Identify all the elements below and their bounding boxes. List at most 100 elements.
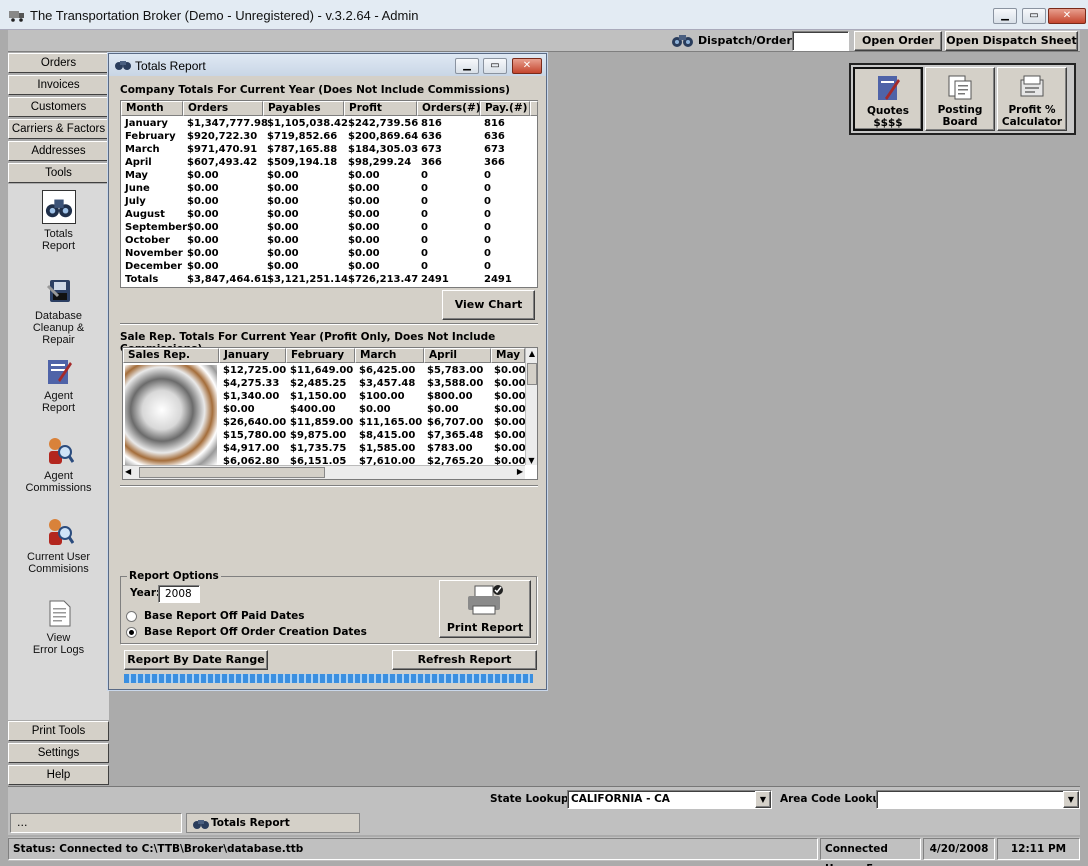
maximize-button[interactable]: ▭ — [1022, 8, 1046, 24]
posting-board-button[interactable]: Posting Board — [925, 67, 995, 131]
col-header[interactable]: May — [491, 348, 525, 363]
quotes-button[interactable]: Quotes $$$$ — [853, 67, 923, 131]
col-header[interactable]: Payables — [263, 101, 344, 116]
open-dispatch-sheet-button[interactable]: Open Dispatch Sheet — [945, 31, 1078, 51]
table-row[interactable]: November $0.00 $0.00 $0.00 0 0 — [121, 248, 530, 261]
table-cell: $12,725.00 — [223, 365, 287, 376]
profit-calculator-button[interactable]: Profit % Calculator — [997, 67, 1067, 131]
rep-table-row[interactable]: $4,917.00 $1,735.75 $1,585.00 $783.00 $0.00 — [123, 443, 526, 456]
chevron-down-icon[interactable]: ▼ — [1063, 791, 1079, 808]
rep-table-row[interactable]: $4,275.33 $2,485.25 $3,457.48 $3,588.00 $0.0… — [123, 378, 526, 391]
table-row[interactable]: August $0.00 $0.00 $0.00 0 0 — [121, 209, 530, 222]
table-cell: $920,722.30 — [187, 131, 258, 142]
rep-table-row[interactable]: $12,725.00 $11,649.00 $6,425.00 $5,783.00 $0… — [123, 365, 526, 378]
nav-orders[interactable]: Orders — [8, 53, 109, 73]
col-header[interactable]: Orders(#) — [417, 101, 481, 116]
table-cell: $0.00 — [348, 183, 380, 194]
sales-rep-table[interactable]: Sales Rep. January February March April … — [122, 347, 538, 480]
window-maximize-button[interactable]: ▭ — [483, 58, 507, 74]
tool-current-user-commissions[interactable]: Current User Commisions — [8, 517, 109, 575]
col-header[interactable]: April — [424, 348, 491, 363]
nav-help[interactable]: Help — [8, 765, 109, 785]
tool-database-cleanup[interactable]: Database Cleanup & Repair — [8, 276, 109, 346]
window-close-button[interactable]: ✕ — [512, 58, 542, 74]
col-header[interactable]: February — [286, 348, 355, 363]
table-cell: November — [125, 248, 183, 259]
report-by-date-range-button[interactable]: Report By Date Range — [124, 650, 268, 670]
col-header[interactable]: Month — [121, 101, 183, 116]
scroll-thumb[interactable] — [527, 363, 537, 385]
scroll-down-icon[interactable]: ▼ — [526, 456, 537, 465]
col-header[interactable]: January — [219, 348, 286, 363]
table-row[interactable]: June $0.00 $0.00 $0.00 0 0 — [121, 183, 530, 196]
tool-agent-report[interactable]: Agent Report — [8, 356, 109, 414]
hscroll-thumb[interactable] — [139, 467, 325, 478]
area-code-lookup-select[interactable] — [876, 790, 1080, 809]
dispatch-order-input[interactable] — [792, 31, 849, 51]
rep-table-row[interactable]: $26,640.00 $11,859.00 $11,165.00 $6,707.00 $… — [123, 417, 526, 430]
taskbar-item-totals-report[interactable]: Totals Report — [186, 813, 360, 833]
nav-carriers-factors[interactable]: Carriers & Factors — [8, 119, 109, 139]
scroll-right-icon[interactable]: ▶ — [517, 467, 523, 476]
table-cell: 0 — [421, 196, 428, 207]
table-cell: 0 — [421, 209, 428, 220]
company-totals-heading: Company Totals For Current Year (Does No… — [120, 84, 510, 96]
table-cell: 2491 — [484, 274, 512, 285]
table-cell: 636 — [421, 131, 442, 142]
chevron-down-icon[interactable]: ▼ — [755, 791, 771, 808]
nav-invoices[interactable]: Invoices — [8, 75, 109, 95]
print-report-button[interactable]: Print Report — [439, 580, 531, 638]
table-cell: 366 — [484, 157, 505, 168]
horizontal-scrollbar[interactable]: ◀ ▶ — [123, 465, 525, 479]
year-input[interactable]: 2008 — [158, 585, 200, 603]
table-row[interactable]: March $971,470.91 $787,165.88 $184,305.03 67… — [121, 144, 530, 157]
table-row[interactable]: February $920,722.30 $719,852.66 $200,869.6… — [121, 131, 530, 144]
company-totals-table[interactable]: Month Orders Payables Profit Orders(#) P… — [120, 100, 538, 288]
col-header[interactable]: Profit — [344, 101, 417, 116]
nav-settings[interactable]: Settings — [8, 743, 109, 763]
table-cell: $0.00 — [187, 183, 219, 194]
view-chart-button[interactable]: View Chart — [442, 290, 535, 320]
rep-table-row[interactable]: $0.00 $400.00 $0.00 $0.00 $0.00 — [123, 404, 526, 417]
table-row[interactable]: October $0.00 $0.00 $0.00 0 0 — [121, 235, 530, 248]
col-header[interactable]: March — [355, 348, 424, 363]
table-cell: $0.00 — [494, 365, 526, 376]
scroll-left-icon[interactable]: ◀ — [125, 467, 131, 476]
window-minimize-button[interactable]: ▁ — [455, 58, 479, 74]
table-row[interactable]: January $1,347,777.98 $1,105,038.42 $242,73… — [121, 118, 530, 131]
table-row[interactable]: December $0.00 $0.00 $0.00 0 0 — [121, 261, 530, 274]
table-cell: 366 — [421, 157, 442, 168]
vertical-scrollbar[interactable]: ▲ ▼ — [525, 348, 537, 465]
tool-view-error-logs[interactable]: View Error Logs — [8, 598, 109, 656]
radio-creation-label: Base Report Off Order Creation Dates — [144, 626, 367, 638]
radio-paid-dates[interactable] — [126, 611, 137, 622]
refresh-report-button[interactable]: Refresh Report — [392, 650, 537, 670]
minimize-button[interactable]: ▁ — [993, 8, 1017, 24]
scroll-up-icon[interactable]: ▲ — [526, 348, 537, 360]
table-row[interactable]: July $0.00 $0.00 $0.00 0 0 — [121, 196, 530, 209]
nav-addresses[interactable]: Addresses — [8, 141, 109, 161]
table-row[interactable]: May $0.00 $0.00 $0.00 0 0 — [121, 170, 530, 183]
table-row[interactable]: April $607,493.42 $509,194.18 $98,299.24 366… — [121, 157, 530, 170]
status-date: 4/20/2008 — [923, 838, 995, 860]
col-header[interactable]: Orders — [183, 101, 263, 116]
rep-table-row[interactable]: $15,780.00 $9,875.00 $8,415.00 $7,365.48 $0.… — [123, 430, 526, 443]
rep-table-row[interactable]: $1,340.00 $1,150.00 $100.00 $800.00 $0.00 — [123, 391, 526, 404]
col-header[interactable]: Sales Rep. — [123, 348, 219, 363]
tool-agent-commissions[interactable]: Agent Commissions — [8, 436, 109, 494]
nav-tools[interactable]: Tools — [8, 163, 109, 183]
table-cell: $5,783.00 — [427, 365, 484, 376]
table-cell: $200,869.64 — [348, 131, 419, 142]
year-label: Year: — [130, 587, 161, 599]
nav-customers[interactable]: Customers — [8, 97, 109, 117]
radio-creation-dates[interactable] — [126, 627, 137, 638]
table-row[interactable]: Totals $3,847,464.61 $3,121,251.14 $726,213… — [121, 274, 530, 287]
tool-totals-report[interactable]: Totals Report — [8, 190, 109, 252]
table-row[interactable]: September $0.00 $0.00 $0.00 0 0 — [121, 222, 530, 235]
open-order-button[interactable]: Open Order — [854, 31, 942, 51]
taskbar-dots[interactable]: ... — [10, 813, 182, 833]
col-header[interactable]: Pay.(#) — [480, 101, 530, 116]
state-lookup-select[interactable]: CALIFORNIA - CA — [567, 790, 772, 809]
nav-print-tools[interactable]: Print Tools — [8, 721, 109, 741]
close-button[interactable]: ✕ — [1048, 8, 1086, 24]
